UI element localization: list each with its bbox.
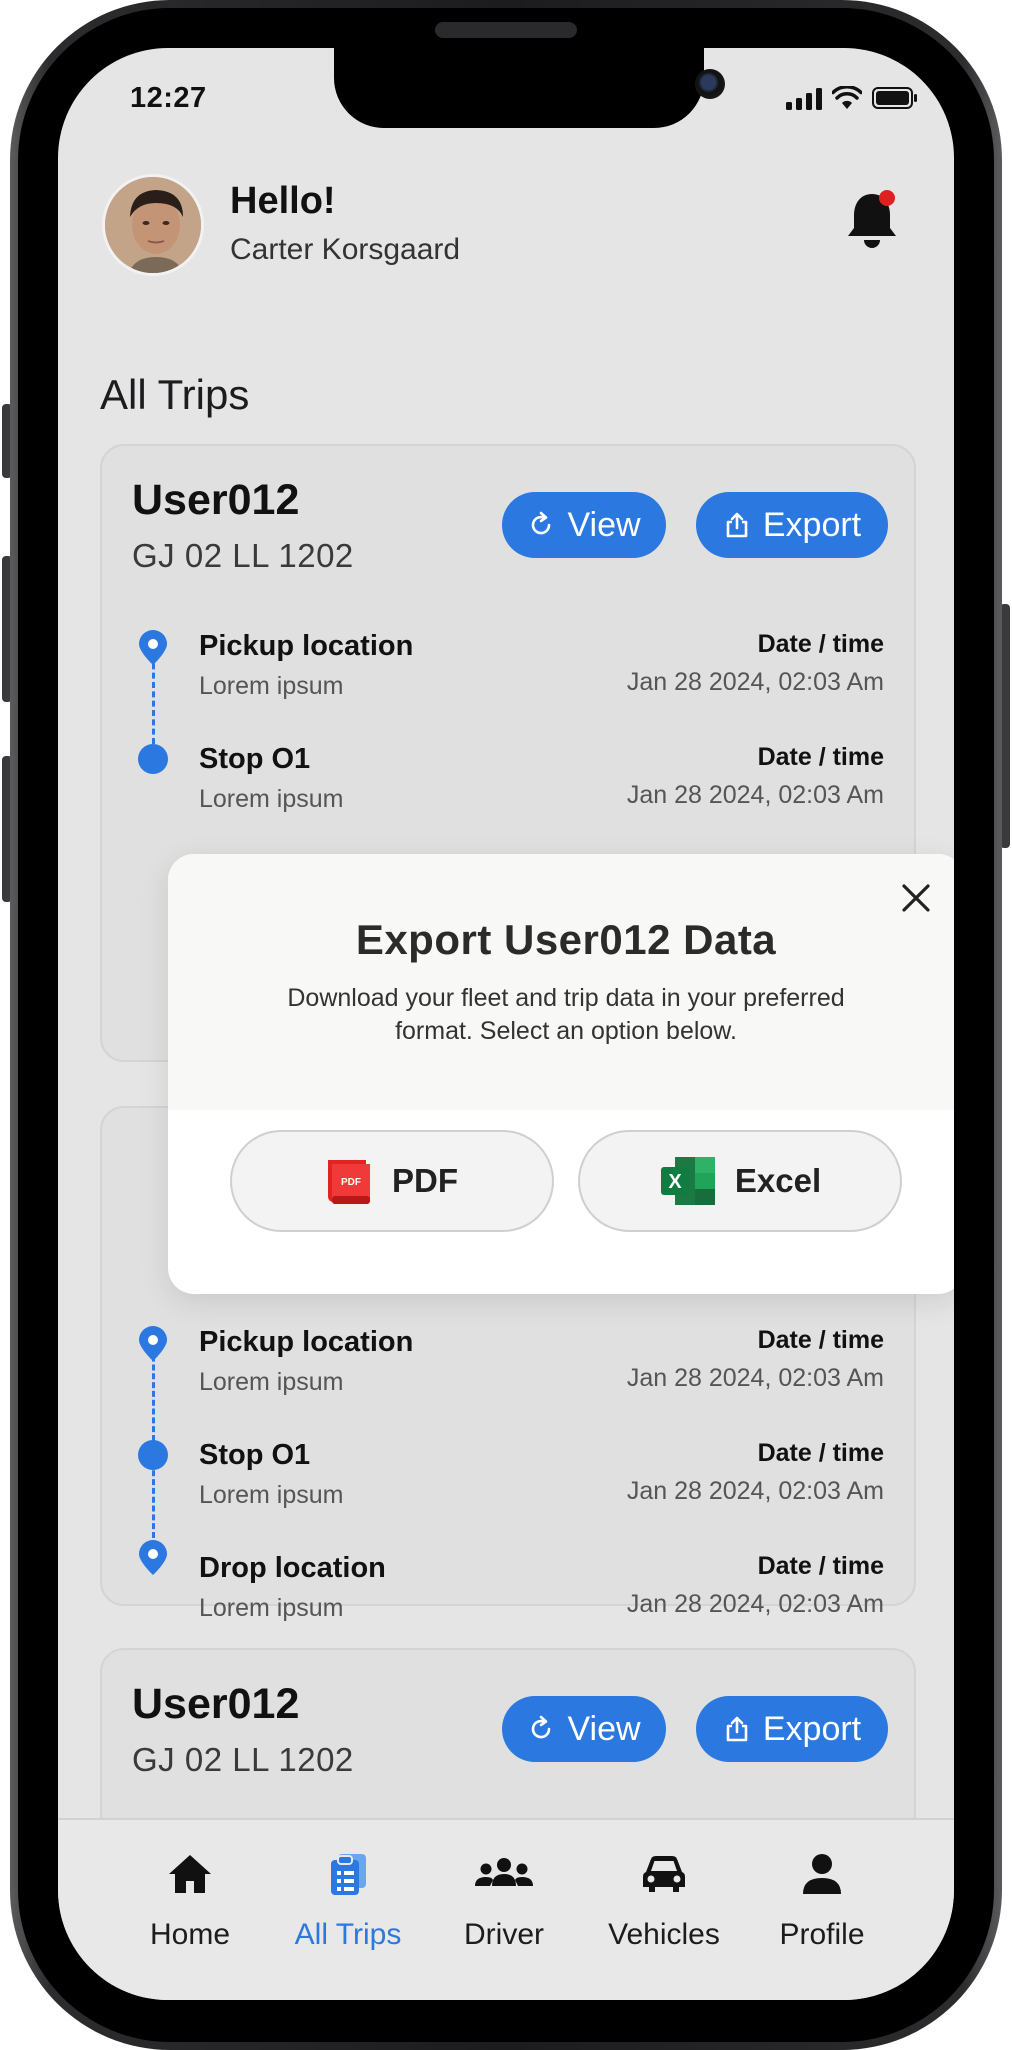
timeline-connector [152,1338,155,1538]
front-camera [695,69,725,99]
view-label: View [567,1709,641,1748]
nav-item-driver[interactable]: Driver [424,1850,584,1952]
stop-name: Pickup location [199,630,414,662]
app-screen: 12:27 Hello! Carter Korsgaard All Trips … [58,48,954,2000]
share-icon [726,512,748,538]
avatar-photo [105,177,201,273]
cellular-signal-icon [786,88,822,110]
avatar[interactable] [102,174,204,276]
excel-icon-text: X [668,1171,682,1193]
wifi-icon [832,86,862,109]
trip-user: User012 [132,1680,300,1728]
nav-label: Vehicles [608,1918,720,1951]
stop-datetime: Jan 28 2024, 02:03 Am [626,1477,884,1505]
export-button[interactable]: Export [696,1696,888,1762]
bottom-nav: Home All Trips Driver Vehicles Profile [58,1818,954,2000]
nav-label: Profile [779,1918,865,1951]
export-modal: Export User012 Data Download your fleet … [168,854,954,1294]
stop-dot-icon [138,1440,168,1470]
stop-datetime-label: Date / time [757,743,884,771]
nav-label: All Trips [294,1918,402,1951]
nav-item-home[interactable]: Home [110,1850,270,1952]
earpiece-speaker [435,22,577,38]
nav-item-profile[interactable]: Profile [742,1850,902,1952]
stop-name: Pickup location [199,1326,414,1358]
pickup-pin-icon [139,1326,167,1361]
pdf-option-label: PDF [392,1162,458,1199]
view-button[interactable]: View [502,1696,666,1762]
excel-option-label: Excel [734,1162,822,1199]
stop-name: Stop O1 [199,743,311,775]
trip-user: User012 [132,476,300,524]
section-title: All Trips [100,371,250,418]
car-icon [643,1856,685,1892]
stop-datetime-label: Date / time [757,630,884,658]
export-label: Export [762,505,862,544]
home-icon [169,1855,211,1893]
clipboard-icon [331,1854,366,1895]
greeting-title: Hello! [230,180,336,222]
battery-icon [872,87,917,109]
pdf-file-icon: PDF [328,1160,370,1204]
stop-subtitle: Lorem ipsum [199,1481,344,1509]
modal-title: Export User012 Data [355,916,777,963]
excel-option-button[interactable]: X Excel [578,1130,902,1232]
nav-label: Home [149,1918,231,1951]
stop-dot-icon [138,744,168,774]
pdf-icon-text: PDF [341,1177,361,1188]
timeline-connector [152,654,155,744]
notification-dot [879,190,895,206]
close-icon[interactable] [894,876,938,920]
stop-datetime: Jan 28 2024, 02:03 Am [626,668,884,696]
stop-datetime-label: Date / time [757,1326,884,1354]
view-label: View [567,505,641,544]
stop-datetime: Jan 28 2024, 02:03 Am [626,781,884,809]
stop-datetime-label: Date / time [757,1552,884,1580]
export-label: Export [762,1709,862,1748]
excel-file-icon: X [660,1157,715,1205]
status-icons [786,86,918,110]
user-name: Carter Korsgaard [230,233,461,266]
stop-subtitle: Lorem ipsum [199,1594,344,1622]
refresh-icon [532,1715,551,1739]
view-button[interactable]: View [502,492,666,558]
phone-frame: 12:27 Hello! Carter Korsgaard All Trips … [10,0,1002,2050]
person-icon [803,1854,841,1894]
status-time: 12:27 [130,82,207,114]
export-button[interactable]: Export [696,492,888,558]
stop-name: Stop O1 [199,1439,311,1471]
stop-datetime: Jan 28 2024, 02:03 Am [626,1590,884,1618]
trip-plate: GJ 02 LL 1202 [132,1741,354,1778]
nav-label: Driver [464,1918,544,1951]
nav-item-vehicles[interactable]: Vehicles [584,1850,744,1952]
stop-subtitle: Lorem ipsum [199,672,344,700]
notification-bell-icon[interactable] [844,188,900,250]
refresh-icon [532,511,551,535]
group-icon [475,1858,533,1886]
pickup-pin-icon [139,630,167,665]
trip-plate: GJ 02 LL 1202 [132,537,354,574]
display-notch [334,48,725,128]
stop-subtitle: Lorem ipsum [199,1368,344,1396]
modal-description: Download your fleet and trip data in you… [287,984,845,1045]
nav-item-all-trips[interactable]: All Trips [268,1850,428,1952]
pdf-option-button[interactable]: PDF PDF [230,1130,554,1232]
stop-datetime-label: Date / time [757,1439,884,1467]
stop-name: Drop location [199,1552,386,1584]
stop-subtitle: Lorem ipsum [199,785,344,813]
share-icon [726,1716,748,1742]
stop-datetime: Jan 28 2024, 02:03 Am [626,1364,884,1392]
drop-pin-icon [139,1540,167,1575]
